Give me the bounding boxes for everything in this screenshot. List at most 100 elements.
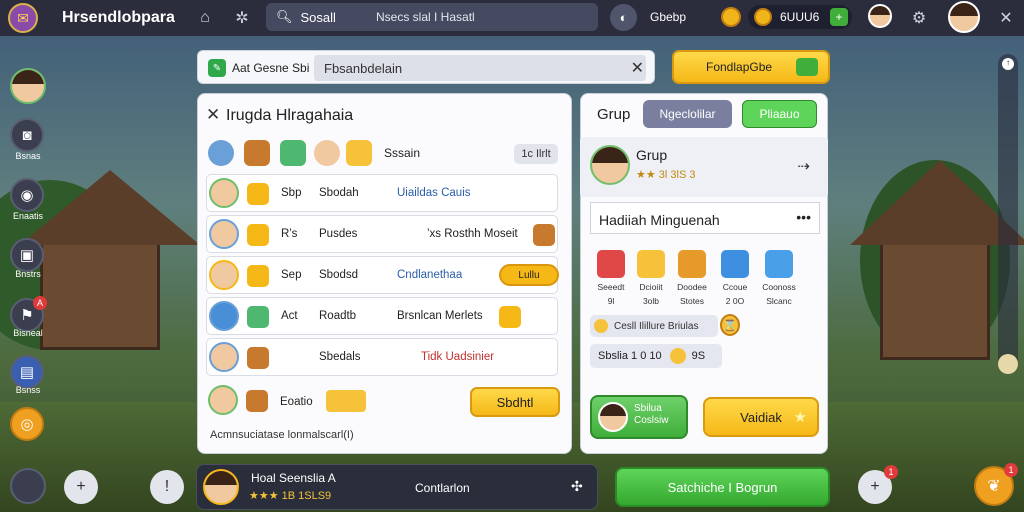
tab-1[interactable]: Ngeclolilar [643,100,732,128]
reward-item[interactable]: Ccoue 2 0O [716,250,754,306]
coin-bag-icon [678,250,706,278]
quest-row[interactable]: Act Roadtb Brsnlcan Merlets [206,297,558,335]
price-pill[interactable]: Sbslia 1 0 10 9S [590,344,722,368]
eye-icon[interactable]: ◉ [10,178,44,212]
quest-row[interactable]: Sbedals Tidk Uadsinier [206,338,558,376]
arrow-right-icon[interactable]: ⇢ [797,157,810,175]
app-title: Hrsendlobpara [62,9,175,26]
filter-label: Sssain [384,146,421,160]
quest-avatar [209,178,239,208]
currency-value: 6UUU6 [780,10,820,24]
gift-box-icon[interactable]: ▣ [10,238,44,272]
quest-row[interactable]: R’s Pusdes ’xs Rosthh Moseit [206,215,558,253]
close-icon[interactable]: ✕ [994,6,1018,30]
close-icon[interactable]: ✕ [631,58,644,78]
quest-col-c: Cndlanethaa [397,269,463,281]
quest-col-a: Eoatio [280,396,313,408]
quest-avatar [209,219,239,249]
tip-field[interactable] [314,55,646,81]
search-input[interactable]: Nsecs slal I Hasatl [376,10,475,24]
footnote: Acmnsuciatase lonmalscarl(I) [210,429,354,441]
quest-row[interactable]: Sbp Sbodah Uiaildas Cauis [206,174,558,212]
reward-header: Hadiiah Minguenah ••• [590,202,820,234]
quest-col-a: Sbp [281,187,302,199]
gear-icon[interactable]: ⚙ [907,6,931,30]
gold-action-button[interactable]: FondlapGbe [672,50,830,84]
bottom-player-bar: Hoal Seenslia A ★★★ 1B 1SLS9 Contlarlon … [196,464,598,510]
chat-icon: ✎ [208,59,226,77]
home-icon[interactable]: ⌂ [193,6,217,30]
tab-2[interactable]: Pliaauo [742,100,817,128]
group-header[interactable]: Grup ★★ 3l 3lS 3 ⇢ [580,137,828,197]
green-reward-card[interactable]: Sbilua Coslsiw [590,395,688,439]
tip-bar: ✎ Aat Gesne Sbi ✕ [197,50,655,84]
gem-icon [754,8,772,26]
ticket-icon[interactable]: ▤ [10,355,44,389]
search-icon: 🔍︎ [276,9,293,24]
hourglass-icon[interactable]: ⌛ [720,314,740,336]
notification-badge: A [33,296,47,310]
map-icon [247,306,269,328]
side-scrollbar[interactable]: ↑ [998,54,1018,374]
map-icon[interactable] [280,140,306,166]
more-options-icon[interactable]: ••• [796,209,811,225]
player-avatar[interactable] [203,469,239,505]
gold-button-label: FondlapGbe [706,60,773,74]
coin-icon [247,224,269,246]
add-currency-button[interactable]: + [830,8,848,26]
camera-icon[interactable]: ◙ [10,118,44,152]
coin-icon[interactable] [721,7,741,27]
sidebar-player-avatar[interactable] [10,68,46,104]
reward-count: 9l [607,296,615,306]
character-avatar[interactable] [10,468,46,504]
reward-item[interactable]: Seeedt 9l [592,250,630,306]
quest-action-button[interactable]: Lullu [499,264,559,286]
mode-label: Gbebp [650,10,687,24]
mode-toggle-icon[interactable]: ◐ [610,4,637,31]
search-bar[interactable]: 🔍︎ Sosall Nsecs slal I Hasatl [266,3,598,31]
reward-item[interactable]: Coonoss Slcanc [760,250,798,306]
avatar-icon[interactable] [208,140,234,166]
panel-title: Irugda Hlragahaia [226,107,354,124]
notification-badge: 1 [1004,463,1018,477]
reward-name: Coonoss [762,282,796,292]
scroll-up-icon[interactable]: ↑ [1002,58,1014,70]
profile-avatar[interactable] [948,1,980,33]
quest-col-c: ’xs Rosthh Moseit [427,228,518,240]
yellow-card-label: Vaidiak [740,409,782,425]
star-icon[interactable] [346,140,372,166]
claim-button[interactable]: Sbdhtl [470,387,560,417]
reward-count: Stotes [679,296,705,306]
portrait-icon[interactable] [314,140,340,166]
close-icon[interactable]: ✕ [206,105,220,125]
treasure-icon [533,224,555,246]
settings-gear-icon[interactable]: ✲ [230,6,254,30]
add-icon[interactable]: + [64,470,98,504]
info-icon[interactable]: ! [150,470,184,504]
quest-avatar [209,342,239,372]
player-stars: ★★★ 1B 1SLS9 [249,490,332,502]
quest-col-b: Sbodah [319,187,359,199]
expand-icon[interactable]: ✣ [571,478,583,495]
quest-row[interactable]: Sep Sbodsd Cndlanethaa Lullu [206,256,559,294]
quest-avatar [209,301,239,331]
sidebar-label: Bsnss [15,385,41,395]
filter-chip[interactable]: 1c Ilrlt [514,144,558,164]
coin-stack-icon [326,390,366,412]
friend-avatar[interactable] [868,4,892,28]
treasure-icon [246,390,268,412]
primary-action-button[interactable]: Satchiche I Bogrun [615,467,830,507]
reward-item[interactable]: Doodee Stotes [673,250,711,306]
quest-avatar[interactable] [208,385,238,415]
sidebar-label: Enaatis [12,211,44,221]
group-panel-title: Grup [597,106,631,123]
search-label: Sosall [300,9,336,25]
star-icon: ★ [793,409,807,426]
treasure-icon[interactable] [244,140,270,166]
scroll-handle[interactable] [998,354,1018,374]
reward-item[interactable]: Dcioiit 3olb [632,250,670,306]
yellow-action-button[interactable]: Vaidiak ★ [703,397,819,437]
donut-icon[interactable]: ◎ [10,407,44,441]
quest-col-b: Sbodsd [319,269,359,281]
app-logo-icon[interactable]: ✉ [8,3,38,33]
